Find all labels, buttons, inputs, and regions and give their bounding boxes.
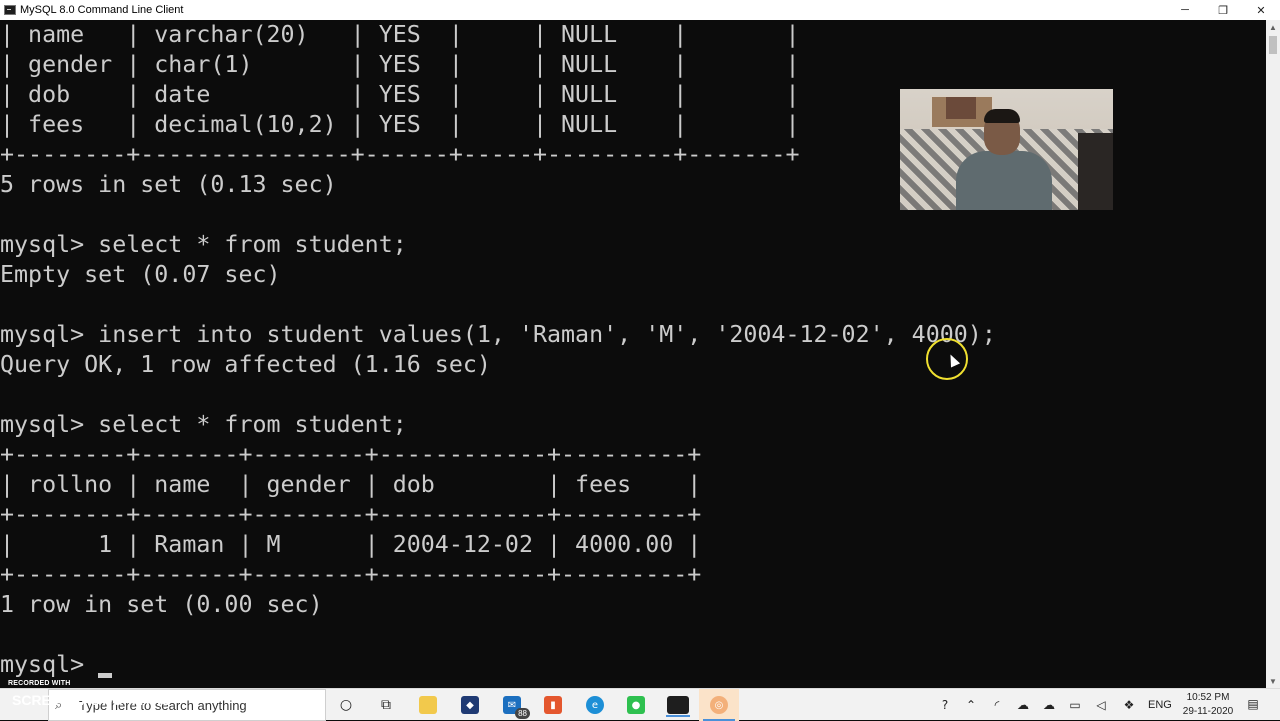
task-view-icon[interactable]: ⧉: [374, 693, 398, 717]
terminal-prompt[interactable]: mysql>: [0, 650, 98, 680]
terminal-line: mysql> select * from student;: [0, 411, 407, 438]
scroll-down-arrow-icon[interactable]: ▼: [1266, 674, 1280, 688]
webcam-background-frame: [946, 97, 976, 119]
volume-icon[interactable]: ◁: [1092, 697, 1110, 713]
scroll-thumb[interactable]: [1269, 36, 1277, 54]
console-icon: [667, 696, 689, 714]
webcam-background-dark: [1078, 133, 1113, 210]
file-explorer-icon[interactable]: [416, 693, 440, 717]
onedrive-icon[interactable]: ☁: [1014, 697, 1032, 713]
webcam-person-hair: [984, 109, 1020, 123]
terminal-line: | rollno | name | gender | dob | fees |: [0, 471, 702, 498]
recorder-logo-icon: ◎: [710, 696, 728, 714]
scroll-up-arrow-icon[interactable]: ▲: [1266, 20, 1280, 34]
terminal-line: mysql> insert into student values(1, 'Ra…: [0, 321, 996, 348]
terminal-line: | name | varchar(20) | YES | | NULL | |: [0, 21, 800, 48]
screencast-recorder-tab[interactable]: ◎: [699, 689, 739, 721]
screencast-recorder-icon: ◎: [707, 693, 731, 717]
recording-watermark: RECORDED WITH SCREENCAST-O-MATIC: [8, 680, 171, 708]
chevron-up-icon[interactable]: ⌃: [962, 697, 980, 713]
terminal-line: Empty set (0.07 sec): [0, 261, 281, 288]
help-icon[interactable]: ?: [936, 697, 954, 713]
terminal-line: +--------+---------------+------+-----+-…: [0, 141, 800, 168]
chat-bubble-icon: ●: [627, 696, 645, 714]
wifi-icon[interactable]: ◜: [988, 697, 1006, 713]
taskbar: ⌕ ○ ⧉ ◆ ✉ 88 ▮ e ● ◎ ? ⌃ ◜ ☁ ☁ ▭ ◁ ❖ ENG…: [0, 688, 1280, 721]
watermark-line2: SCREENCAST-O-MATIC: [12, 692, 172, 708]
office-logo-icon: ▮: [544, 696, 562, 714]
cloud-icon[interactable]: ☁: [1040, 697, 1058, 713]
folder-icon: [419, 696, 437, 714]
terminal-line: | fees | decimal(10,2) | YES | | NULL | …: [0, 111, 800, 138]
office-icon[interactable]: ▮: [541, 693, 565, 717]
visual-studio-logo-icon: ◆: [461, 696, 479, 714]
watermark-line1: RECORDED WITH: [8, 680, 71, 687]
terminal-line: Query OK, 1 row affected (1.16 sec): [0, 351, 491, 378]
clock-date: 29-11-2020: [1182, 706, 1234, 717]
maximize-button[interactable]: ❐: [1204, 0, 1242, 20]
terminal-line: | dob | date | YES | | NULL | |: [0, 81, 800, 108]
minimize-button[interactable]: ─: [1166, 0, 1204, 20]
language-indicator[interactable]: ENG: [1148, 689, 1172, 721]
mysql-app-icon: [4, 5, 16, 15]
mail-badge: 88: [515, 708, 530, 719]
webcam-overlay: [900, 89, 1113, 210]
edge-icon[interactable]: e: [583, 693, 607, 717]
active-indicator: [666, 715, 690, 717]
window-controls: ─ ❐ ✕: [1166, 0, 1280, 20]
terminal-line: | gender | char(1) | YES | | NULL | |: [0, 51, 800, 78]
close-button[interactable]: ✕: [1242, 0, 1280, 20]
mail-icon[interactable]: ✉ 88: [500, 693, 530, 719]
vertical-scrollbar[interactable]: ▲ ▼: [1266, 20, 1280, 688]
cortana-icon[interactable]: ○: [334, 693, 358, 717]
battery-icon[interactable]: ▭: [1066, 697, 1084, 713]
terminal-line: +--------+-------+--------+------------+…: [0, 501, 702, 528]
visual-studio-icon[interactable]: ◆: [458, 693, 482, 717]
terminal-line: 1 row in set (0.00 sec): [0, 591, 323, 618]
webcam-person-body: [956, 151, 1052, 210]
title-bar[interactable]: MySQL 8.0 Command Line Client ─ ❐ ✕: [0, 0, 1280, 20]
taskbar-clock[interactable]: 10:52 PM 29-11-2020: [1180, 691, 1236, 719]
terminal-line: mysql> select * from student;: [0, 231, 407, 258]
dropbox-icon[interactable]: ❖: [1120, 697, 1138, 713]
mysql-client-icon[interactable]: [666, 693, 690, 717]
notifications-icon[interactable]: ▤: [1244, 695, 1262, 713]
terminal-line: | 1 | Raman | M | 2004-12-02 | 4000.00 |: [0, 531, 702, 558]
line-app-icon[interactable]: ●: [624, 693, 648, 717]
text-cursor: [98, 673, 112, 678]
terminal-line: +--------+-------+--------+------------+…: [0, 441, 702, 468]
edge-logo-icon: e: [586, 696, 604, 714]
terminal-line: 5 rows in set (0.13 sec): [0, 171, 337, 198]
clock-time: 10:52 PM: [1186, 692, 1230, 703]
terminal-line: +--------+-------+--------+------------+…: [0, 561, 702, 588]
window-title: MySQL 8.0 Command Line Client: [20, 4, 184, 16]
